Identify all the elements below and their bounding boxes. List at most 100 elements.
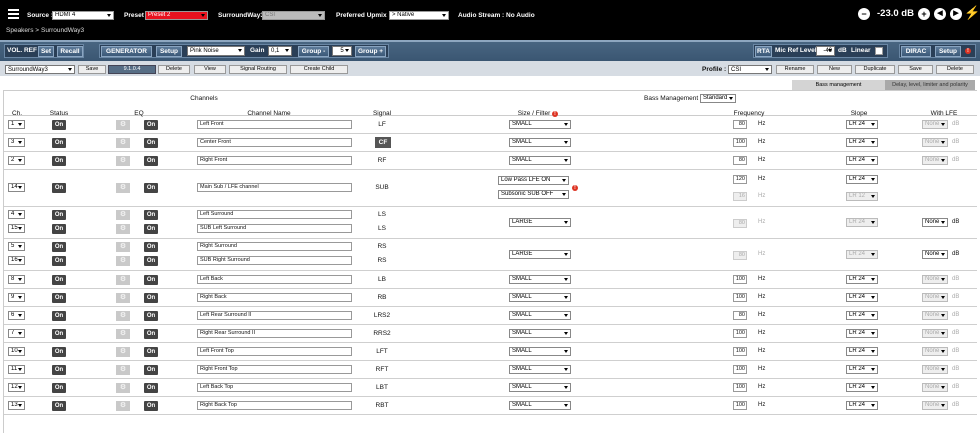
status-on-button[interactable]: On [52,224,66,234]
channel-number-select[interactable]: 5 [8,242,25,251]
slope-select[interactable]: LR 24 [846,401,878,410]
slope-select[interactable]: LR 24 [846,311,878,320]
status-on-button[interactable]: On [52,365,66,375]
channel-number-select[interactable]: 8 [8,275,25,284]
status-on-button[interactable]: On [52,242,66,252]
frequency-field[interactable]: 100 [733,138,747,147]
tab-bass-management[interactable]: Bass management [792,80,885,90]
channel-name-field[interactable]: Left Rear Surround II [197,311,352,320]
noise-select[interactable]: Pink Noise [187,46,245,56]
tab-delay-level[interactable]: Delay, level, limiter and polarity [885,80,975,90]
with-lfe-select[interactable]: None [922,383,948,392]
channel-name-field[interactable]: Left Back Top [197,383,352,392]
subsonic-slope-select[interactable]: LR 12 [846,192,878,201]
size-filter-select[interactable]: Low Pass LFE ON [498,176,569,185]
with-lfe-select[interactable]: None [922,138,948,147]
signal-routing-button[interactable]: Signal Routing [229,65,287,74]
eq-gear-icon[interactable]: ⚙ [116,256,130,266]
channel-name-field[interactable]: Right Front [197,156,352,165]
mic-ref-field[interactable]: -40 [816,46,835,56]
size-filter-select[interactable]: SMALL [509,329,571,338]
eq-on-button[interactable]: On [144,293,158,303]
surround-name-field[interactable]: SurroundWay3 [5,65,75,74]
frequency-field[interactable]: 100 [733,347,747,356]
eq-on-button[interactable]: On [144,138,158,148]
size-filter-select[interactable]: SMALL [509,365,571,374]
channel-name-field[interactable]: Center Front [197,138,352,147]
new-button[interactable]: New [817,65,852,74]
eq-gear-icon[interactable]: ⚙ [116,293,130,303]
generator-button[interactable]: GENERATOR [101,46,152,57]
channel-name-field[interactable]: SUB Left Surround [197,224,352,233]
size-filter-select[interactable]: LARGE [509,218,571,227]
size-filter-select[interactable]: SMALL [509,347,571,356]
eq-on-button[interactable]: On [144,383,158,393]
play-icon[interactable]: ▶ [950,8,962,20]
slope-select[interactable]: LR 24 [846,347,878,356]
dirac-button[interactable]: DIRAC [901,46,931,57]
channel-number-select[interactable]: 16 [8,256,25,265]
frequency-field[interactable]: 80 [733,156,747,165]
status-on-button[interactable]: On [52,138,66,148]
profile-save-button[interactable]: Save [898,65,933,74]
size-filter-select[interactable]: LARGE [509,250,571,259]
with-lfe-select[interactable]: None [922,329,948,338]
channel-number-select[interactable]: 7 [8,329,25,338]
volume-up-button[interactable]: + [918,8,930,20]
menu-icon[interactable] [8,9,19,21]
subsonic-select[interactable]: Subsonic SUB OFF [498,190,569,199]
with-lfe-select[interactable]: None [922,347,948,356]
eq-on-button[interactable]: On [144,210,158,220]
eq-gear-icon[interactable]: ⚙ [116,242,130,252]
channel-name-field[interactable]: Right Back Top [197,401,352,410]
eq-gear-icon[interactable]: ⚙ [116,183,130,193]
eq-on-button[interactable]: On [144,329,158,339]
with-lfe-select[interactable]: None [922,293,948,302]
eq-on-button[interactable]: On [144,401,158,411]
size-filter-select[interactable]: SMALL [509,293,571,302]
channel-number-select[interactable]: 12 [8,383,25,392]
with-lfe-select[interactable]: None [922,275,948,284]
channel-number-select[interactable]: 2 [8,156,25,165]
upmix-select[interactable]: > Native [389,11,449,20]
source-select[interactable]: HDMI 4 [52,11,114,20]
with-lfe-select[interactable]: None [922,218,948,227]
status-on-button[interactable]: On [52,293,66,303]
status-on-button[interactable]: On [52,256,66,266]
size-filter-select[interactable]: SMALL [509,383,571,392]
channel-number-select[interactable]: 10 [8,347,25,356]
with-lfe-select[interactable]: None [922,401,948,410]
status-on-button[interactable]: On [52,311,66,321]
dirac-setup-button[interactable]: Setup [935,46,961,57]
slope-select[interactable]: LR 24 [846,383,878,392]
slope-select[interactable]: LR 24 [846,138,878,147]
duplicate-button[interactable]: Duplicate [855,65,895,74]
channel-number-select[interactable]: 14 [8,183,25,192]
eq-gear-icon[interactable]: ⚙ [116,329,130,339]
generator-setup-button[interactable]: Setup [156,46,182,57]
size-filter-select[interactable]: SMALL [509,120,571,129]
slope-select[interactable]: LR 24 [846,120,878,129]
vol-ref-recall-button[interactable]: Recall [57,46,83,57]
eq-gear-icon[interactable]: ⚙ [116,365,130,375]
channel-name-field[interactable]: Right Back [197,293,352,302]
status-on-button[interactable]: On [52,329,66,339]
bass-management-select[interactable]: Standard [700,94,736,103]
eq-gear-icon[interactable]: ⚙ [116,224,130,234]
linear-checkbox[interactable] [875,47,883,55]
channel-name-field[interactable]: Right Rear Surround II [197,329,352,338]
channel-name-field[interactable]: SUB Right Surround [197,256,352,265]
eq-on-button[interactable]: On [144,120,158,130]
channel-number-select[interactable]: 3 [8,138,25,147]
rta-button[interactable]: RTA [755,46,772,57]
channel-number-select[interactable]: 11 [8,365,25,374]
eq-on-button[interactable]: On [144,242,158,252]
eq-gear-icon[interactable]: ⚙ [116,156,130,166]
channel-number-select[interactable]: 13 [8,401,25,410]
frequency-field[interactable]: 100 [733,401,747,410]
volume-down-button[interactable]: − [858,8,870,20]
eq-gear-icon[interactable]: ⚙ [116,401,130,411]
channel-name-field[interactable]: Left Back [197,275,352,284]
channel-name-field[interactable]: Left Surround [197,210,352,219]
status-on-button[interactable]: On [52,156,66,166]
